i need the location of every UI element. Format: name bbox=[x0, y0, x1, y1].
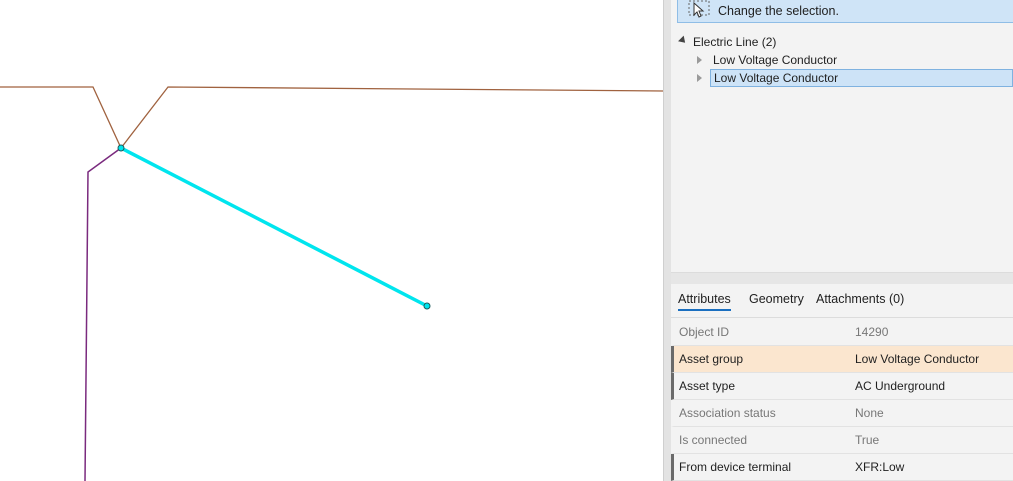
tab-attributes[interactable]: Attributes bbox=[678, 292, 731, 311]
attr-value: 14290 bbox=[855, 325, 889, 339]
tab-geometry[interactable]: Geometry bbox=[749, 292, 804, 309]
tab-bar: Attributes Geometry Attachments (0) bbox=[671, 284, 1013, 318]
attr-value[interactable]: Low Voltage Conductor bbox=[855, 352, 979, 366]
banner-text: Change the selection. bbox=[718, 3, 839, 18]
expand-arrow-icon[interactable] bbox=[678, 35, 688, 46]
selection-hint-banner: Change the selection. bbox=[677, 0, 1013, 23]
attr-key: Object ID bbox=[679, 325, 730, 339]
attr-value: True bbox=[855, 433, 880, 447]
attr-row-asset-type[interactable]: Asset type AC Underground bbox=[671, 373, 1013, 400]
map-view[interactable] bbox=[0, 0, 663, 481]
collapse-arrow-icon[interactable] bbox=[697, 56, 702, 64]
attr-value: None bbox=[855, 406, 884, 420]
attr-value[interactable]: XFR:Low bbox=[855, 460, 904, 474]
section-divider[interactable] bbox=[671, 272, 1013, 284]
tree-node-label: Low Voltage Conductor bbox=[710, 69, 1013, 87]
select-cursor-icon bbox=[688, 0, 710, 18]
map-canvas[interactable] bbox=[0, 0, 663, 481]
purple-line-feature[interactable] bbox=[84, 147, 122, 481]
attr-key: Asset type bbox=[679, 379, 736, 393]
pane-splitter[interactable] bbox=[663, 0, 671, 481]
attributes-pane: Change the selection. Electric Line (2) … bbox=[671, 0, 1013, 481]
attr-key: From device terminal bbox=[679, 460, 792, 474]
tree-node-label: Electric Line (2) bbox=[693, 35, 777, 49]
attr-key: Association status bbox=[679, 406, 776, 420]
attr-row-from-device-terminal[interactable]: From device terminal XFR:Low bbox=[671, 454, 1013, 481]
attr-row-association-status: Association status None bbox=[671, 400, 1013, 427]
tree-node-label: Low Voltage Conductor bbox=[713, 53, 838, 67]
vertex-end[interactable] bbox=[423, 302, 431, 310]
attr-row-asset-group[interactable]: Asset group Low Voltage Conductor bbox=[671, 346, 1013, 373]
attr-row-is-connected: Is connected True bbox=[671, 427, 1013, 454]
attr-key: Asset group bbox=[679, 352, 744, 366]
attr-row-object-id: Object ID 14290 bbox=[671, 319, 1013, 346]
tree-node-low-voltage-conductor-1[interactable]: Low Voltage Conductor bbox=[697, 51, 1013, 69]
selection-tree: Electric Line (2) Low Voltage Conductor … bbox=[671, 30, 1013, 272]
tab-attachments[interactable]: Attachments (0) bbox=[816, 292, 904, 309]
tree-node-low-voltage-conductor-2[interactable]: Low Voltage Conductor bbox=[697, 69, 1013, 87]
attr-key: Is connected bbox=[679, 433, 748, 447]
selected-low-voltage-conductor[interactable] bbox=[120, 146, 428, 308]
attr-value[interactable]: AC Underground bbox=[855, 379, 945, 393]
collapse-arrow-icon[interactable] bbox=[697, 74, 702, 82]
attribute-table: Object ID 14290 Asset group Low Voltage … bbox=[671, 319, 1013, 481]
vertex-start[interactable] bbox=[117, 144, 125, 152]
tree-node-electric-line[interactable]: Electric Line (2) bbox=[678, 33, 777, 51]
brown-line-feature[interactable] bbox=[0, 86, 663, 150]
